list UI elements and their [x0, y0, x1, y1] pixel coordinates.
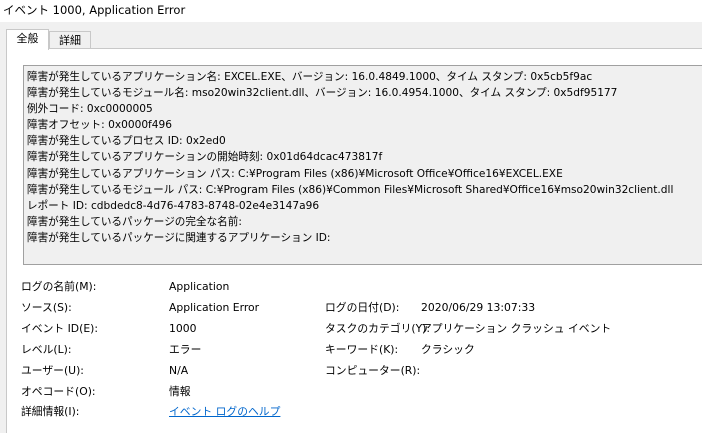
more-info-label: 詳細情報(I): [21, 405, 80, 418]
computer-label: コンピューター(R): [325, 364, 421, 377]
log-name-label: ログの名前(M): [21, 280, 97, 293]
opcode-label: オペコード(O): [21, 385, 96, 398]
logged-label: ログの日付(D): [325, 301, 400, 314]
event-description[interactable]: 障害が発生しているアプリケーション名: EXCEL.EXE、バージョン: 16.… [23, 65, 702, 265]
description-line: 障害が発生しているアプリケーションの開始時刻: 0x01d64dcac47381… [27, 151, 383, 164]
event-id-label: イベント ID(E): [21, 322, 99, 335]
keywords-label: キーワード(K): [325, 343, 399, 356]
description-line: 障害が発生しているプロセス ID: 0x2ed0 [27, 135, 226, 148]
description-line: 障害が発生しているアプリケーション名: EXCEL.EXE、バージョン: 16.… [27, 71, 593, 83]
task-category-value: アプリケーション クラッシュ イベント [421, 322, 612, 335]
level-value: エラー [169, 343, 202, 356]
description-line: 障害が発生しているモジュール パス: C:¥Program Files (x86… [27, 183, 674, 196]
window-title: イベント 1000, Application Error [0, 0, 702, 22]
task-category-label: タスクのカテゴリ(Y): [325, 322, 431, 335]
log-name-value: Application [169, 280, 230, 293]
tab-general[interactable]: 全般 [6, 29, 49, 50]
user-label: ユーザー(U): [21, 364, 84, 377]
opcode-value: 情報 [169, 385, 191, 398]
logged-value: 2020/06/29 13:07:33 [421, 301, 536, 314]
description-line: 障害が発生しているパッケージの完全な名前: [27, 215, 242, 228]
description-line: 障害が発生しているアプリケーション パス: C:¥Program Files (… [27, 167, 563, 180]
keywords-value: クラシック [421, 343, 475, 356]
source-label: ソース(S): [21, 301, 72, 314]
source-value: Application Error [169, 301, 260, 314]
event-log-help-link[interactable]: イベント ログのヘルプ [169, 402, 280, 422]
user-value: N/A [169, 364, 189, 377]
description-line: レポート ID: cdbdedc8-4d76-4783-8748-02e4e31… [27, 199, 320, 212]
description-line: 障害オフセット: 0x0000f496 [27, 119, 173, 132]
event-id-value: 1000 [169, 322, 197, 335]
level-label: レベル(L): [21, 343, 72, 356]
description-line: 障害が発生しているモジュール名: mso20win32client.dll、バー… [27, 87, 618, 100]
tab-details[interactable]: 詳細 [49, 31, 91, 49]
description-line: 障害が発生しているパッケージに関連するアプリケーション ID: [27, 231, 331, 244]
description-line: 例外コード: 0xc0000005 [27, 103, 153, 116]
